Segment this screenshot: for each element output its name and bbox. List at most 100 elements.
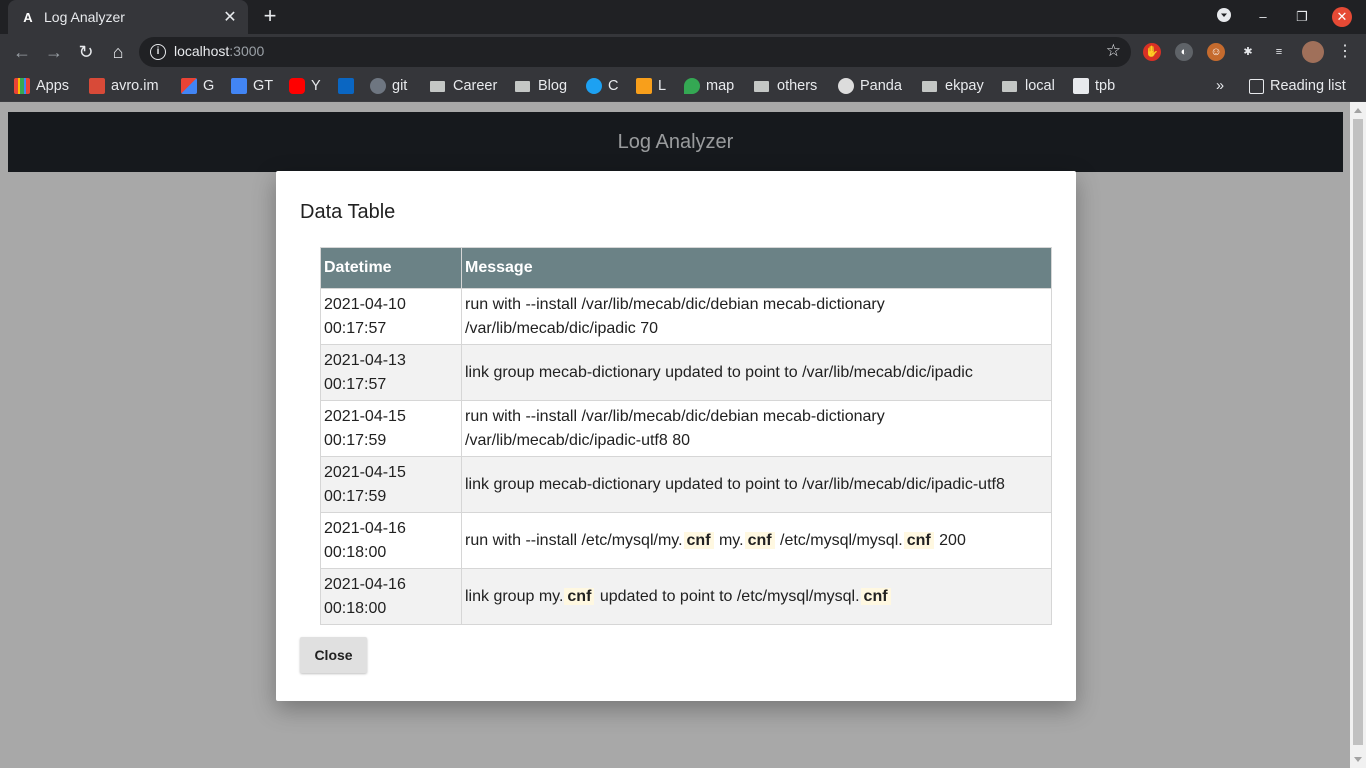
bookmark-map[interactable]: map bbox=[684, 76, 734, 96]
bookmark-youtube[interactable]: Y bbox=[289, 76, 321, 96]
minimize-icon[interactable]: – bbox=[1253, 7, 1273, 27]
time-text: 00:18:00 bbox=[324, 599, 387, 617]
tab-close-icon[interactable]: ✕ bbox=[220, 7, 240, 27]
time-text: 00:17:59 bbox=[324, 487, 387, 505]
message-text: run with --install /var/lib/mecab/dic/de… bbox=[465, 407, 885, 449]
bookmarks-bar: Apps avro.im G GT Y git Career Blog C L bbox=[0, 70, 1366, 102]
date-text: 2021-04-16 bbox=[324, 575, 406, 593]
message-cell: link group my. cnf updated to point to /e… bbox=[461, 568, 1052, 625]
dialog-title: Data Table bbox=[300, 201, 396, 223]
time-text: 00:17:57 bbox=[324, 319, 387, 337]
extension-mascot-icon[interactable]: ☺ bbox=[1207, 43, 1225, 61]
message-cell: run with --install /var/lib/mecab/dic/de… bbox=[461, 400, 1052, 457]
datetime-cell: 2021-04-13 00:17:57 bbox=[320, 344, 462, 401]
home-icon[interactable]: ⌂ bbox=[108, 42, 128, 62]
bookmark-gmail[interactable]: G bbox=[181, 76, 214, 96]
message-text: /etc/mysql/mysql. bbox=[775, 531, 903, 549]
back-icon[interactable]: ← bbox=[12, 42, 32, 62]
bookmark-leetcode[interactable]: L bbox=[636, 76, 666, 96]
search-highlight: cnf bbox=[564, 587, 595, 605]
bookmark-folder-local[interactable]: local bbox=[1002, 76, 1055, 96]
folder-icon bbox=[515, 80, 530, 92]
table-row: 2021-04-15 00:17:59 run with --install /va… bbox=[320, 400, 1052, 457]
url-text: localhost:3000 bbox=[174, 43, 265, 59]
scrollbar-thumb[interactable] bbox=[1353, 119, 1363, 745]
new-tab-icon[interactable]: + bbox=[259, 5, 281, 27]
apps-grid-icon bbox=[14, 78, 30, 94]
message-cell: link group mecab-dictionary updated to p… bbox=[461, 456, 1052, 513]
bookmark-avro[interactable]: avro.im bbox=[89, 76, 159, 96]
column-header-datetime: Datetime bbox=[320, 247, 462, 289]
time-text: 00:17:57 bbox=[324, 375, 387, 393]
table-header-row: Datetime Message bbox=[320, 247, 1052, 289]
scroll-up-arrow-icon[interactable] bbox=[1354, 108, 1362, 113]
window-close-icon[interactable]: ✕ bbox=[1332, 7, 1352, 27]
search-highlight: cnf bbox=[744, 531, 775, 549]
datetime-cell: 2021-04-16 00:18:00 bbox=[320, 512, 462, 569]
page-scrollbar[interactable] bbox=[1350, 102, 1366, 768]
scroll-down-arrow-icon[interactable] bbox=[1354, 757, 1362, 762]
maps-pin-icon bbox=[684, 78, 700, 94]
dark-reader-extension-icon[interactable]: ◐ bbox=[1175, 43, 1193, 61]
browser-tab[interactable]: A Log Analyzer ✕ bbox=[8, 0, 248, 34]
bookmark-star-icon[interactable]: ☆ bbox=[1106, 41, 1121, 61]
search-highlight: cnf bbox=[683, 531, 714, 549]
table-row: 2021-04-16 00:18:00 link group my. cnf upda… bbox=[320, 568, 1052, 625]
bookmark-folder-ekpay[interactable]: ekpay bbox=[922, 76, 984, 96]
browser-menu-icon[interactable]: ⋮ bbox=[1336, 43, 1354, 61]
restore-icon[interactable]: ❐ bbox=[1292, 7, 1312, 27]
reading-list-button[interactable]: Reading list bbox=[1249, 76, 1346, 96]
adblock-extension-icon[interactable]: ✋ bbox=[1143, 43, 1161, 61]
forward-icon[interactable]: → bbox=[44, 42, 64, 62]
datetime-cell: 2021-04-10 00:17:57 bbox=[320, 288, 462, 345]
data-table-dialog: Data Table Datetime Message 2021-04-10 00… bbox=[276, 171, 1076, 701]
log-data-table: Datetime Message 2021-04-10 00:17:57 run w… bbox=[320, 247, 1052, 625]
folder-icon bbox=[754, 80, 769, 92]
gmail-icon bbox=[181, 78, 197, 94]
tab-search-icon[interactable] bbox=[1214, 7, 1234, 27]
table-body: 2021-04-10 00:17:57 run with --install /va… bbox=[320, 288, 1052, 625]
bookmark-folder-career[interactable]: Career bbox=[430, 76, 497, 96]
search-highlight: cnf bbox=[903, 531, 934, 549]
page-viewport: Log Analyzer Data Table Datetime Message… bbox=[0, 102, 1350, 768]
bookmark-c[interactable]: C bbox=[586, 76, 618, 96]
profile-avatar[interactable] bbox=[1302, 41, 1324, 63]
bookmark-apps[interactable]: Apps bbox=[14, 76, 69, 96]
browser-toolbar: ← → ↻ ⌂ i localhost:3000 ☆ ✋ ◐ ☺ ✱ ≡ ⋮ bbox=[0, 34, 1366, 70]
time-text: 00:17:59 bbox=[324, 431, 387, 449]
circle-icon bbox=[586, 78, 602, 94]
bookmarks-overflow-icon[interactable]: » bbox=[1216, 76, 1224, 96]
message-text: link group my. bbox=[465, 587, 564, 605]
address-bar[interactable]: i localhost:3000 ☆ bbox=[139, 37, 1131, 67]
folder-icon bbox=[1002, 80, 1017, 92]
media-queue-icon[interactable]: ≡ bbox=[1270, 43, 1288, 61]
message-cell: link group mecab-dictionary updated to p… bbox=[461, 344, 1052, 401]
site-info-icon[interactable]: i bbox=[150, 44, 166, 60]
datetime-cell: 2021-04-15 00:17:59 bbox=[320, 400, 462, 457]
youtube-icon bbox=[289, 78, 305, 94]
bookmark-github[interactable]: git bbox=[370, 76, 407, 96]
extensions-puzzle-icon[interactable]: ✱ bbox=[1239, 43, 1257, 61]
reading-list-icon bbox=[1249, 78, 1264, 94]
reload-icon[interactable]: ↻ bbox=[76, 42, 96, 62]
bookmark-panda[interactable]: Panda bbox=[838, 76, 902, 96]
message-text: run with --install /var/lib/mecab/dic/de… bbox=[465, 295, 885, 337]
message-cell: run with --install /etc/mysql/my. cnf my.… bbox=[461, 512, 1052, 569]
column-header-message: Message bbox=[461, 247, 1052, 289]
message-text: my. bbox=[714, 531, 744, 549]
message-text: link group mecab-dictionary updated to p… bbox=[465, 475, 1005, 493]
search-highlight: cnf bbox=[860, 587, 891, 605]
bookmark-linkedin[interactable] bbox=[338, 76, 360, 96]
message-text: link group mecab-dictionary updated to p… bbox=[465, 363, 973, 381]
folder-icon bbox=[430, 80, 445, 92]
close-button[interactable]: Close bbox=[300, 637, 367, 673]
bookmark-folder-blog[interactable]: Blog bbox=[515, 76, 567, 96]
panda-icon bbox=[838, 78, 854, 94]
date-text: 2021-04-13 bbox=[324, 351, 406, 369]
table-row: 2021-04-10 00:17:57 run with --install /va… bbox=[320, 288, 1052, 345]
folder-icon bbox=[922, 80, 937, 92]
message-text: updated to point to /etc/mysql/mysql. bbox=[595, 587, 860, 605]
bookmark-google-translate[interactable]: GT bbox=[231, 76, 273, 96]
bookmark-tpb[interactable]: tpb bbox=[1073, 76, 1115, 96]
bookmark-folder-others[interactable]: others bbox=[754, 76, 817, 96]
